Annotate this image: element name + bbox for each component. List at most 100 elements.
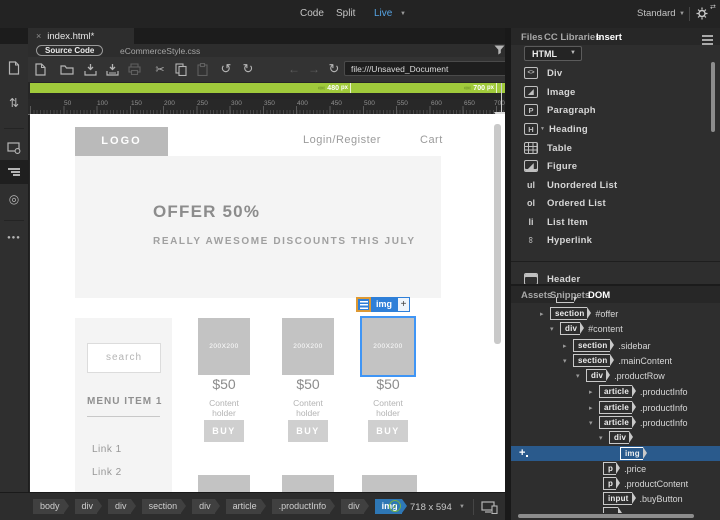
chevron-down-icon[interactable]: ▾ [589, 419, 599, 427]
dom-row-div-content[interactable]: ▾ div #content [511, 321, 718, 336]
selected-element-tag[interactable]: img [371, 297, 398, 312]
add-element-icon[interactable]: + [519, 447, 530, 459]
open-file-icon[interactable] [59, 61, 75, 77]
dom-row-p-productcontent[interactable]: p .productContent [511, 476, 718, 491]
workspace-caret-icon[interactable]: ▼ [679, 11, 685, 17]
chevron-right-icon[interactable]: ▸ [540, 310, 550, 318]
page-sidebar[interactable]: search MENU ITEM 1 Link 1 Link 2 [75, 318, 172, 492]
copy-icon[interactable] [173, 61, 189, 77]
save-icon[interactable] [82, 61, 98, 77]
code-view-button[interactable]: Code [300, 8, 324, 19]
address-bar[interactable]: file:///Unsaved_Document▼ [344, 61, 532, 76]
login-register-link[interactable]: Login/Register [303, 134, 381, 146]
live-view-options-icon[interactable] [0, 137, 28, 159]
tab-assets[interactable]: Assets [521, 290, 552, 301]
split-view-button[interactable]: Split [336, 8, 355, 19]
tag-selector-div[interactable]: div [108, 499, 135, 514]
insert-item-figure[interactable]: ◢ Figure [511, 157, 720, 175]
workspace-switcher[interactable]: Standard [637, 8, 676, 19]
source-code-button[interactable]: Source Code [36, 45, 104, 56]
cut-icon[interactable]: ✂ [152, 61, 168, 77]
tab-insert[interactable]: Insert [596, 32, 622, 43]
sidebar-link-1[interactable]: Link 1 [92, 444, 122, 455]
preferences-gear-icon[interactable] [696, 7, 709, 20]
viewport-size-value[interactable]: 718 x 594 [410, 502, 452, 513]
element-selection-label[interactable]: img + [356, 297, 411, 312]
tag-selector-productinfo[interactable]: .productInfo [271, 499, 335, 514]
inspect-mode-icon[interactable]: ◎ [0, 188, 28, 210]
dom-row-p-price[interactable]: p .price [511, 461, 718, 476]
media-query-marker-700[interactable]: ‹‹‹‹‹ 700 px [464, 83, 494, 93]
product-image[interactable]: 200X200 [282, 318, 334, 375]
dom-outline-icon[interactable] [0, 160, 28, 184]
product-image[interactable]: 200X200 [198, 318, 250, 375]
insert-item-heading[interactable]: H ▼ Heading [511, 120, 720, 138]
tag-selector-div[interactable]: div [192, 499, 220, 514]
live-view-dropdown-icon[interactable]: ▼ [400, 11, 406, 17]
tag-selector-div[interactable]: div [74, 499, 102, 514]
dom-row-img-selected[interactable]: + img [511, 446, 720, 461]
insert-item-ordered-list[interactable]: ol Ordered List [511, 194, 720, 212]
viewport-size-dropdown-icon[interactable]: ▼ [459, 504, 465, 510]
live-view-button[interactable]: Live [374, 8, 392, 19]
media-query-marker-480[interactable]: ‹‹‹‹‹ 480 px [318, 83, 348, 93]
document-tab[interactable]: × index.html* [28, 28, 134, 44]
offer-section[interactable]: OFFER 50% REALLY AWESOME DISCOUNTS THIS … [75, 156, 441, 298]
new-file-icon[interactable] [32, 61, 48, 77]
lint-ok-icon[interactable]: ✓ [389, 500, 401, 512]
tag-selector-section[interactable]: section [141, 499, 186, 514]
insert-item-image[interactable]: ◢ Image [511, 83, 720, 101]
dom-row-section-maincontent[interactable]: ▾ section .mainContent [511, 353, 718, 368]
redo-icon[interactable]: ↻ [240, 61, 256, 77]
heading-submenu-caret-icon[interactable]: ▼ [540, 126, 545, 132]
dom-row-section-sidebar[interactable]: ▸ section .sidebar [511, 338, 718, 353]
dom-panel-scrollbar[interactable] [518, 514, 694, 518]
undo-icon[interactable]: ↺ [218, 61, 234, 77]
tab-files[interactable]: Files [521, 32, 543, 43]
chevron-right-icon[interactable]: ▸ [563, 342, 573, 350]
insert-item-div[interactable]: <> Div [511, 64, 720, 82]
insert-panel-scrollbar[interactable] [711, 62, 715, 132]
device-preview-icon[interactable] [481, 501, 498, 514]
insert-item-table[interactable]: Table [511, 139, 720, 157]
size-scrubber-bar[interactable]: ‹‹‹‹‹ 480 px ‹‹‹‹‹ 700 px [30, 83, 508, 93]
insert-item-list-item[interactable]: li List Item [511, 213, 720, 231]
insert-item-unordered-list[interactable]: ul Unordered List [511, 176, 720, 194]
save-all-icon[interactable] [104, 61, 120, 77]
close-tab-icon[interactable]: × [36, 31, 41, 41]
chevron-down-icon[interactable]: ▾ [563, 357, 573, 365]
tag-selector-div[interactable]: div [341, 499, 369, 514]
customize-toolbar-icon[interactable]: ●●● [0, 227, 28, 249]
open-documents-icon[interactable] [0, 57, 28, 79]
buy-button[interactable]: BUY [204, 420, 244, 442]
chevron-right-icon[interactable]: ▸ [589, 404, 599, 412]
element-menu-icon[interactable] [356, 297, 371, 312]
insert-category-dropdown[interactable]: HTML ▼ [524, 46, 582, 61]
dom-row-article-productinfo[interactable]: ▾ article .productInfo [511, 415, 718, 430]
chevron-down-icon[interactable]: ▾ [550, 325, 560, 333]
dom-row-div-productrow[interactable]: ▾ div .productRow [511, 368, 718, 383]
product-image-selected[interactable]: 200X200 [362, 318, 414, 375]
filter-funnel-icon[interactable] [494, 45, 505, 55]
buy-button[interactable]: BUY [288, 420, 328, 442]
chevron-right-icon[interactable]: ▸ [589, 388, 599, 396]
insert-item-paragraph[interactable]: P Paragraph [511, 101, 720, 119]
dom-row-article-productinfo[interactable]: ▸ article .productInfo [511, 400, 718, 415]
cart-link[interactable]: Cart [420, 134, 443, 146]
add-element-button[interactable]: + [397, 297, 411, 312]
buy-button[interactable]: BUY [368, 420, 408, 442]
chevron-down-icon[interactable]: ▾ [576, 372, 586, 380]
panel-menu-icon[interactable] [702, 33, 713, 47]
dom-row-article-productinfo[interactable]: ▸ article .productInfo [511, 384, 718, 399]
dom-row-section-offer[interactable]: ▸ section #offer [511, 306, 718, 321]
search-input[interactable]: search [87, 343, 161, 373]
tag-selector-body[interactable]: body [33, 499, 68, 514]
dom-row-div[interactable]: ▾ div [511, 430, 718, 445]
file-management-icon[interactable]: ⇅ [0, 92, 28, 114]
canvas-scrollbar[interactable] [494, 124, 501, 344]
chevron-down-icon[interactable]: ▾ [599, 434, 609, 442]
live-view-canvas[interactable]: LOGO Login/Register Cart OFFER 50% REALL… [30, 114, 505, 492]
stylesheet-link[interactable]: eCommerceStyle.css [120, 46, 200, 56]
tag-selector-article[interactable]: article [225, 499, 266, 514]
page-logo[interactable]: LOGO [75, 127, 168, 156]
